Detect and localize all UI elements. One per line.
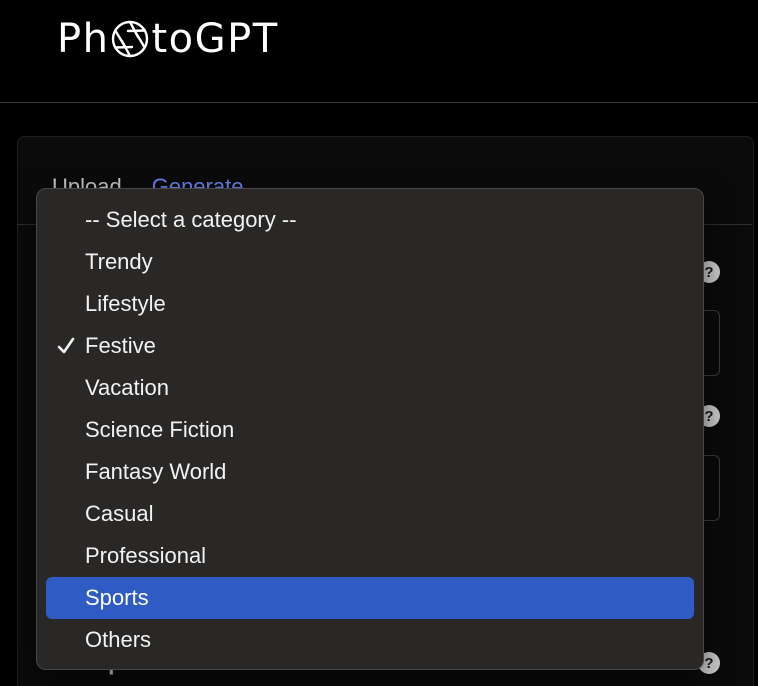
dropdown-option-lifestyle[interactable]: Lifestyle	[46, 283, 694, 325]
dropdown-option-casual[interactable]: Casual	[46, 493, 694, 535]
dropdown-option-festive[interactable]: Festive	[46, 325, 694, 367]
dropdown-option-professional[interactable]: Professional	[46, 535, 694, 577]
dropdown-option-science-fiction[interactable]: Science Fiction	[46, 409, 694, 451]
option-label: Professional	[85, 543, 207, 568]
dropdown-option-placeholder[interactable]: -- Select a category --	[46, 199, 694, 241]
dropdown-option-trendy[interactable]: Trendy	[46, 241, 694, 283]
logo-text-prefix: Ph	[57, 16, 110, 62]
option-label: Lifestyle	[85, 291, 166, 316]
logo-text-suffix: toGPT	[151, 16, 279, 62]
option-label: Trendy	[85, 249, 153, 274]
header: Ph toGPT	[0, 0, 758, 103]
camera-aperture-icon	[110, 19, 150, 59]
option-label: Fantasy World	[85, 459, 227, 484]
app-logo[interactable]: Ph toGPT	[57, 14, 279, 64]
page: Ph toGPT Upload Generate ? ? ? Prompt	[0, 0, 758, 686]
option-label: Sports	[85, 585, 149, 610]
option-label: Festive	[85, 333, 156, 358]
checkmark-icon	[55, 325, 77, 367]
dropdown-option-fantasy-world[interactable]: Fantasy World	[46, 451, 694, 493]
option-label: Casual	[85, 501, 154, 526]
category-dropdown-menu[interactable]: -- Select a category -- Trendy Lifestyle…	[36, 188, 704, 670]
dropdown-options: -- Select a category -- Trendy Lifestyle…	[37, 189, 703, 661]
option-label: -- Select a category --	[85, 207, 297, 232]
dropdown-option-sports[interactable]: Sports	[46, 577, 694, 619]
option-label: Science Fiction	[85, 417, 235, 442]
dropdown-option-vacation[interactable]: Vacation	[46, 367, 694, 409]
option-label: Vacation	[85, 375, 169, 400]
option-label: Others	[85, 627, 152, 652]
dropdown-option-others[interactable]: Others	[46, 619, 694, 661]
